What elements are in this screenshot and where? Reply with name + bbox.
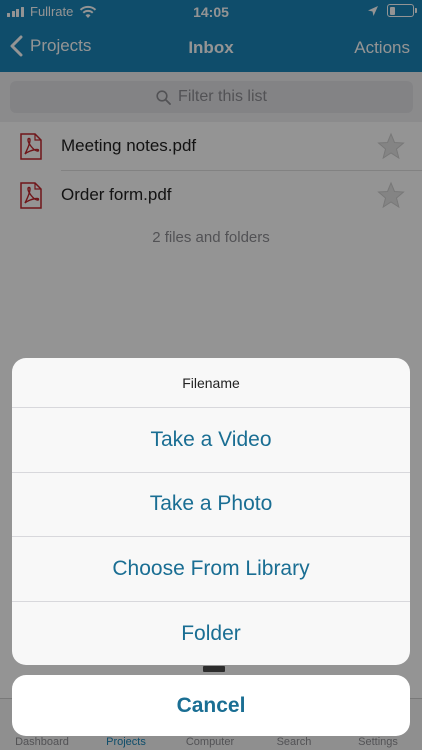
action-sheet: Filename Take a Video Take a Photo Choos… xyxy=(12,358,410,665)
take-video-button[interactable]: Take a Video xyxy=(12,408,410,473)
folder-button[interactable]: Folder xyxy=(12,602,410,666)
action-sheet-title: Filename xyxy=(12,358,410,408)
take-photo-button[interactable]: Take a Photo xyxy=(12,473,410,537)
choose-from-library-button[interactable]: Choose From Library xyxy=(12,537,410,602)
grabber-handle xyxy=(203,666,225,672)
screen: Fullrate 14:05 Projects Inbox Actions Fi… xyxy=(0,0,422,750)
cancel-button[interactable]: Cancel xyxy=(12,675,410,736)
